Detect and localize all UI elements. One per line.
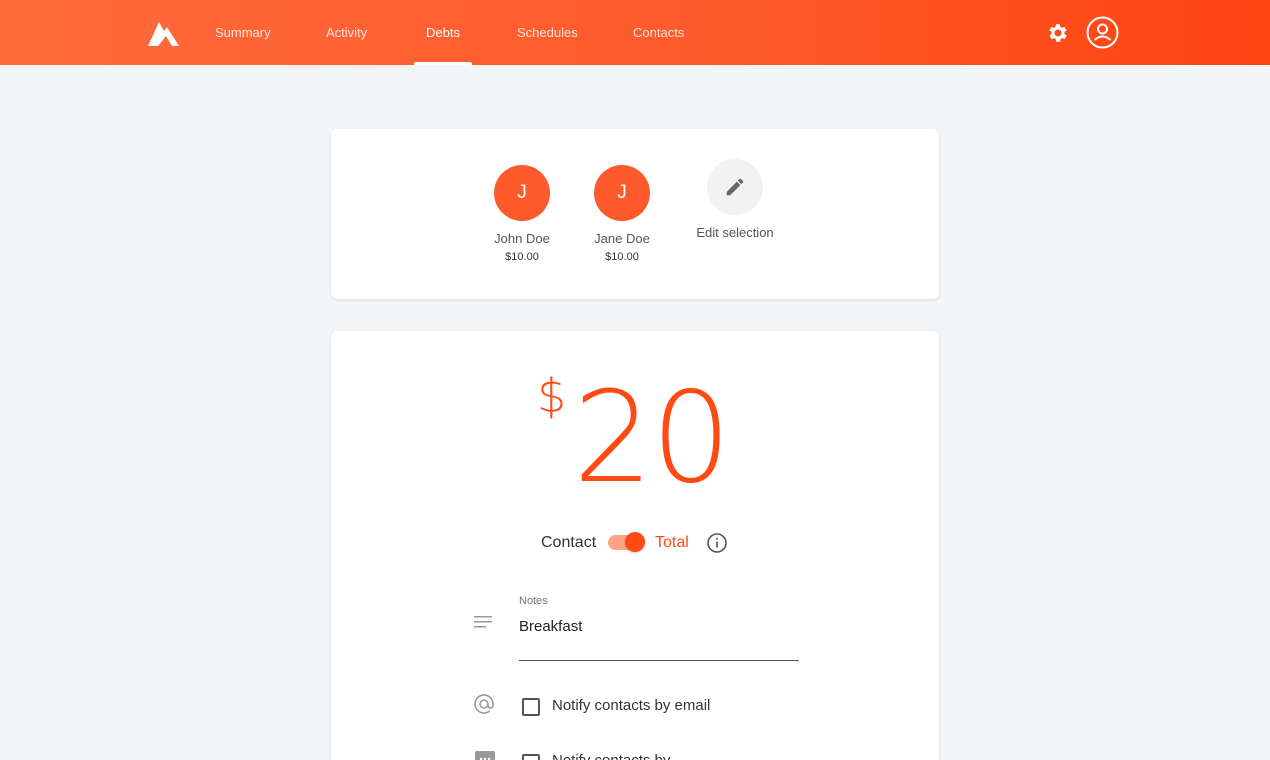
top-navigation-bar: Summary Activity Debts Schedules Contact… xyxy=(0,0,1270,65)
split-mode-switch[interactable] xyxy=(608,532,645,552)
notify-email-checkbox[interactable] xyxy=(522,698,540,716)
notes-field-label: Notes xyxy=(519,595,548,607)
edit-selection-button[interactable]: Edit selection xyxy=(685,159,785,240)
edit-selection-circle xyxy=(707,159,763,215)
debt-amount[interactable]: 20 xyxy=(573,363,731,513)
app-logo-icon[interactable] xyxy=(146,18,180,48)
pencil-icon xyxy=(726,178,744,196)
at-sign-icon xyxy=(474,694,494,714)
avatar: J xyxy=(494,165,550,221)
contact-amount: $10.00 xyxy=(505,251,539,263)
contact-selection-card: J John Doe $10.00 J Jane Doe $10.00 Edit… xyxy=(331,129,939,299)
contact-jane-doe[interactable]: J Jane Doe $10.00 xyxy=(572,165,672,263)
notes-input[interactable] xyxy=(519,613,799,661)
currency-symbol: $ xyxy=(537,369,567,423)
contact-name: Jane Doe xyxy=(594,231,650,246)
contact-john-doe[interactable]: J John Doe $10.00 xyxy=(472,165,572,263)
avatar: J xyxy=(594,165,650,221)
debt-details-card: $ 20 Contact Total Notes Notify contacts… xyxy=(331,331,939,760)
nav-debts[interactable]: Debts xyxy=(414,0,472,65)
gear-icon[interactable] xyxy=(1046,21,1070,45)
info-icon[interactable] xyxy=(706,532,728,554)
split-mode-toggle-row: Contact Total xyxy=(331,529,939,559)
notes-lines-icon xyxy=(474,616,492,628)
account-circle-icon[interactable] xyxy=(1086,16,1119,49)
contact-name: John Doe xyxy=(494,231,550,246)
nav-contacts[interactable]: Contacts xyxy=(633,0,684,65)
nav-activity[interactable]: Activity xyxy=(326,0,367,65)
contact-amount: $10.00 xyxy=(605,251,639,263)
toggle-label-contact: Contact xyxy=(541,534,597,551)
nav-summary[interactable]: Summary xyxy=(215,0,271,65)
sms-icon xyxy=(475,751,495,760)
nav-schedules[interactable]: Schedules xyxy=(517,0,578,65)
notify-sms-label[interactable]: Notify contacts by xyxy=(552,752,670,760)
notify-email-label[interactable]: Notify contacts by email xyxy=(552,697,710,714)
edit-selection-label: Edit selection xyxy=(696,225,774,240)
toggle-label-total: Total xyxy=(655,534,689,551)
notify-sms-checkbox[interactable] xyxy=(522,754,540,760)
switch-knob xyxy=(625,532,645,552)
